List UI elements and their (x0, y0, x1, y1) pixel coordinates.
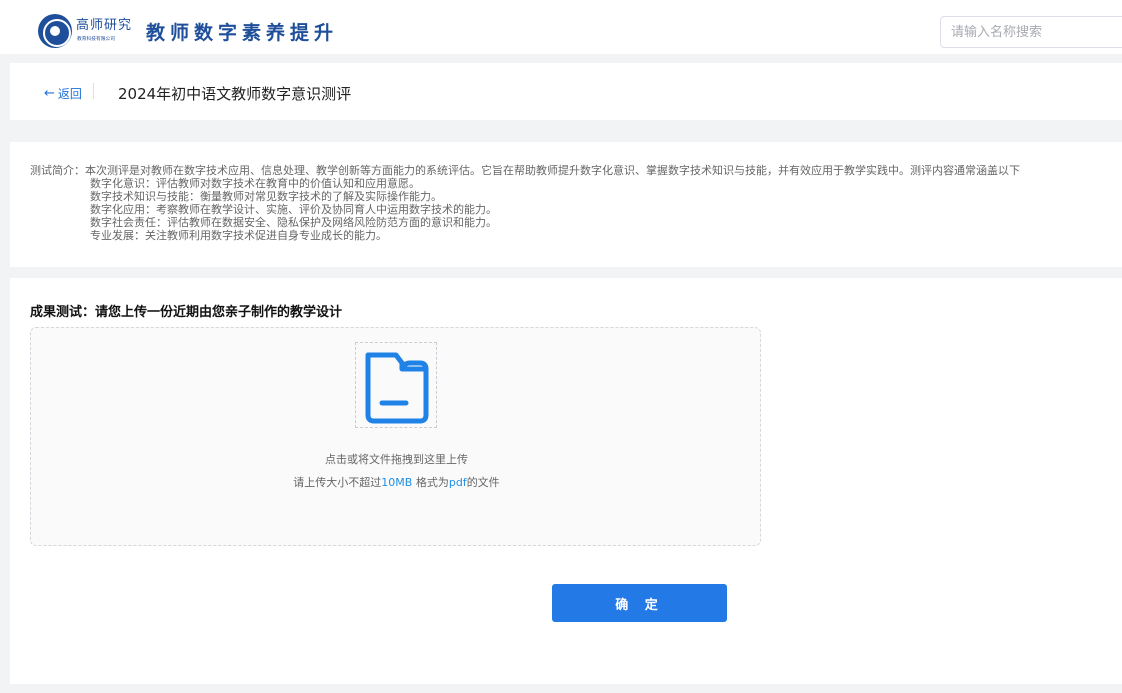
arrow-left-icon: ← (44, 86, 55, 101)
search-input[interactable] (940, 16, 1122, 48)
folder-icon (355, 342, 437, 428)
divider (93, 83, 94, 99)
intro-line: 数字化意识：评估教师对数字技术在教育中的价值认知和应用意愿。 (90, 177, 420, 190)
intro-line: 数字技术知识与技能：衡量教师对常见数字技术的了解及实际操作能力。 (90, 190, 442, 203)
upload-panel: 成果测试：请您上传一份近期由您亲子制作的教学设计 点击或将文件拖拽到这里上传 请… (10, 278, 1122, 684)
limit-format: pdf (448, 476, 467, 489)
confirm-button[interactable]: 确 定 (552, 584, 727, 622)
upload-hint: 点击或将文件拖拽到这里上传 (325, 453, 468, 466)
logo-emblem-icon (38, 14, 72, 48)
page-title: 2024年初中语文教师数字意识测评 (118, 85, 352, 103)
limit-mid: 格式为 (412, 476, 449, 489)
section-title: 成果测试：请您上传一份近期由您亲子制作的教学设计 (30, 305, 343, 320)
intro-panel: 测试简介：本次测评是对教师在数字技术应用、信息处理、教学创新等方面能力的系统评估… (10, 142, 1122, 267)
limit-suffix: 的文件 (466, 476, 500, 489)
logo-text: 高师研究 (76, 18, 133, 33)
limit-size: 10MB (381, 476, 413, 489)
intro-line: 数字化应用：考察教师在教学设计、实施、评价及协同育人中运用数字技术的能力。 (90, 203, 497, 216)
file-drop-zone[interactable]: 点击或将文件拖拽到这里上传 请上传大小不超过10MB 格式为pdf的文件 (30, 327, 761, 546)
back-label: 返回 (57, 87, 82, 101)
site-title: 教师数字素养提升 (146, 22, 339, 44)
back-button[interactable]: ← 返回 (44, 85, 82, 102)
intro-line: 专业发展：关注教师利用数字技术促进自身专业成长的能力。 (90, 229, 387, 242)
title-bar: ← 返回 2024年初中语文教师数字意识测评 (10, 63, 1122, 120)
intro-line: 测试简介：本次测评是对教师在数字技术应用、信息处理、教学创新等方面能力的系统评估… (30, 164, 1020, 177)
top-header: 高师研究 教育科技有限公司 教师数字素养提升 (0, 0, 1122, 54)
upload-limit: 请上传大小不超过10MB 格式为pdf的文件 (31, 474, 762, 490)
intro-line: 数字社会责任：评估教师在数据安全、隐私保护及网络风险防范方面的意识和能力。 (90, 216, 497, 229)
limit-prefix: 请上传大小不超过 (293, 476, 382, 489)
logo-subtext: 教育科技有限公司 (77, 35, 116, 42)
